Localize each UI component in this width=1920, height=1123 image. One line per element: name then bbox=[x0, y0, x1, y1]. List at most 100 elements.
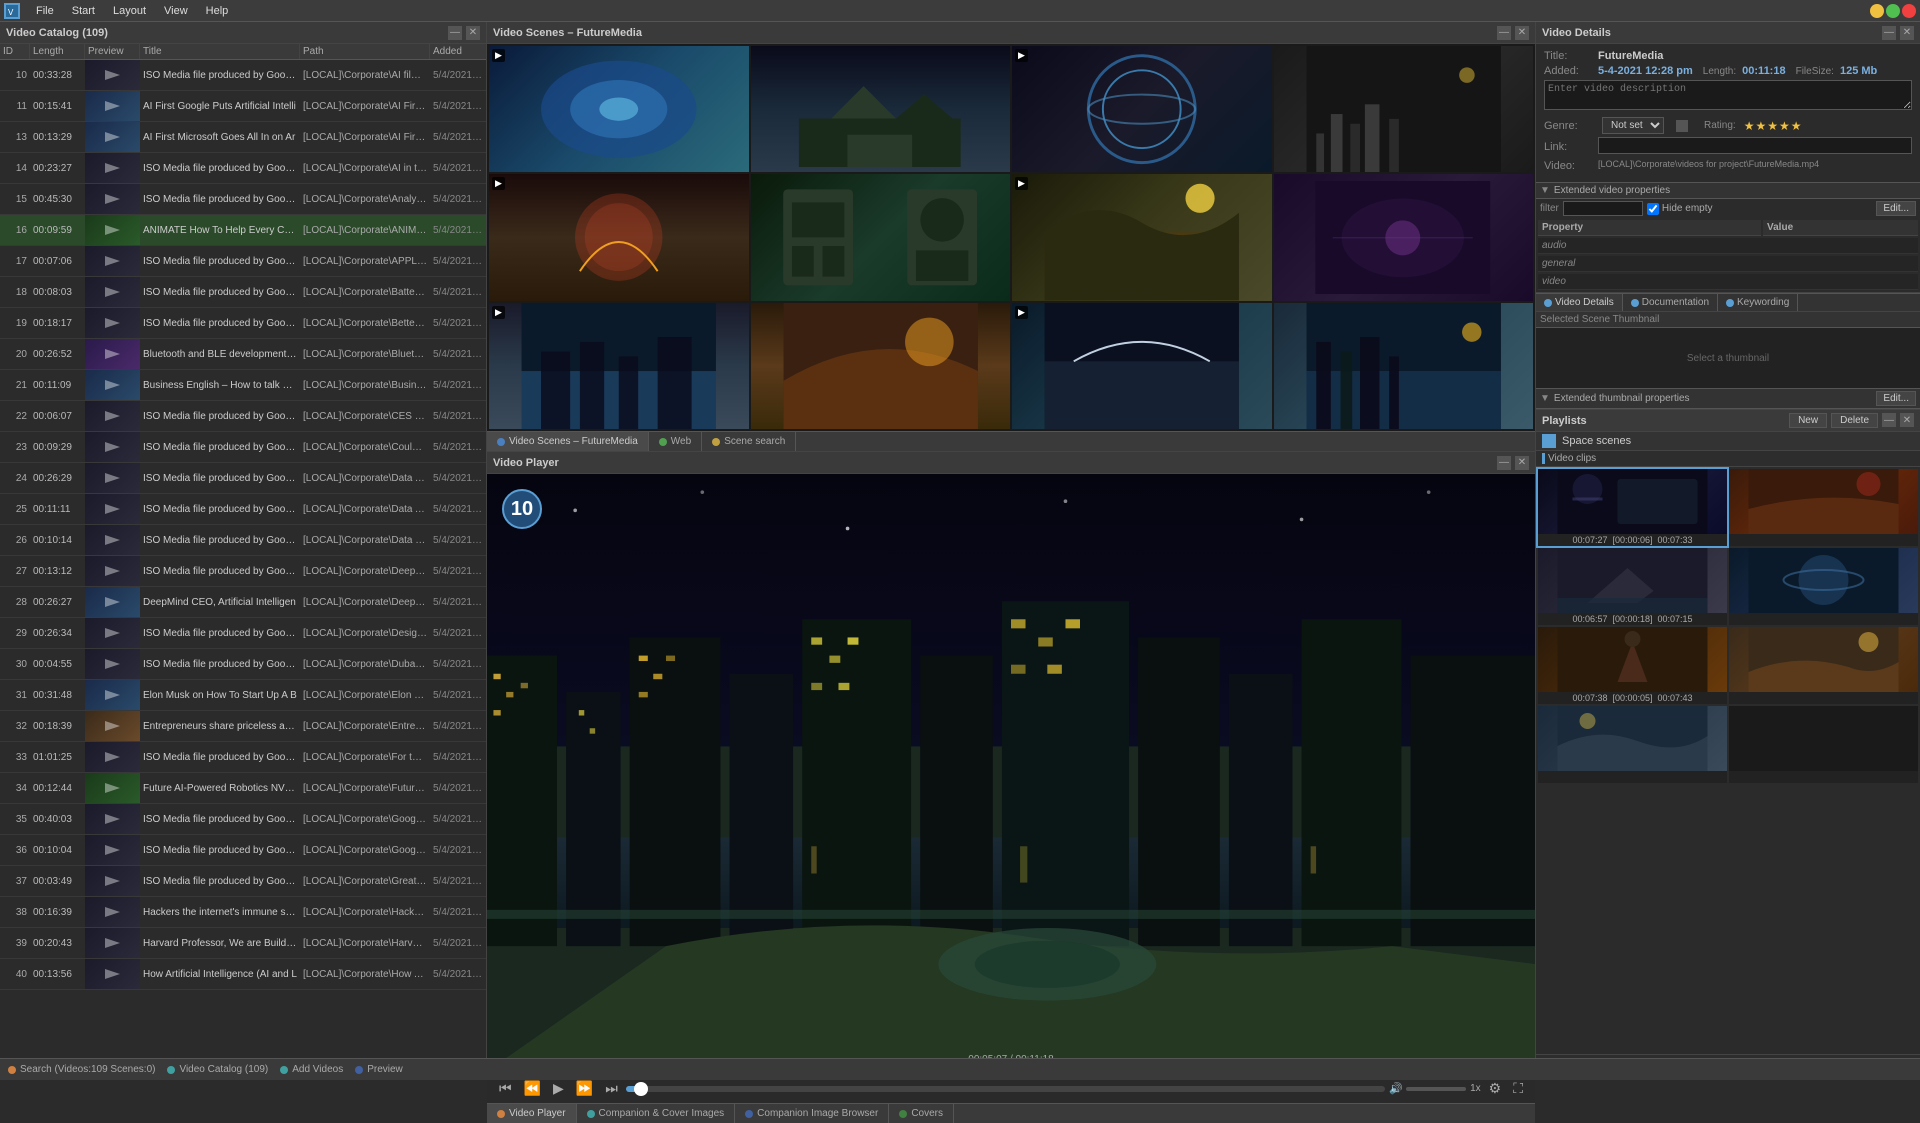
clip-item-7[interactable] bbox=[1538, 706, 1727, 783]
minimize-button[interactable] bbox=[1870, 4, 1884, 18]
player-forward-button[interactable]: ⏩ bbox=[572, 1078, 597, 1099]
catalog-row[interactable]: 22 00:06:07 ISO Media file produced by G… bbox=[0, 401, 486, 432]
catalog-row[interactable]: 31 00:31:48 Elon Musk on How To Start Up… bbox=[0, 680, 486, 711]
clip-item-1[interactable]: 00:07:27 [00:00:06] 00:07:33 bbox=[1538, 469, 1727, 546]
catalog-row[interactable]: 18 00:08:03 ISO Media file produced by G… bbox=[0, 277, 486, 308]
scene-tab-scenes[interactable]: Video Scenes – FutureMedia bbox=[487, 432, 649, 451]
catalog-row[interactable]: 24 00:26:29 ISO Media file produced by G… bbox=[0, 463, 486, 494]
catalog-row[interactable]: 23 00:09:29 ISO Media file produced by G… bbox=[0, 432, 486, 463]
catalog-row[interactable]: 38 00:16:39 Hackers the internet's immun… bbox=[0, 897, 486, 928]
catalog-row[interactable]: 10 00:33:28 ISO Media file produced by G… bbox=[0, 60, 486, 91]
player-close-button[interactable]: ✕ bbox=[1515, 456, 1529, 470]
playlists-pin-button[interactable]: — bbox=[1882, 413, 1896, 427]
ext-edit-button[interactable]: Edit... bbox=[1876, 201, 1916, 216]
scene-thumb-3[interactable]: ▶ bbox=[1012, 46, 1272, 172]
catalog-row[interactable]: 26 00:10:14 ISO Media file produced by G… bbox=[0, 525, 486, 556]
catalog-row[interactable]: 32 00:18:39 Entrepreneurs share priceles… bbox=[0, 711, 486, 742]
player-tab-companion[interactable]: Companion & Cover Images bbox=[577, 1104, 736, 1123]
scene-thumb-7[interactable]: ▶ bbox=[1012, 174, 1272, 300]
menu-help[interactable]: Help bbox=[198, 3, 237, 19]
detail-tab-keywording[interactable]: Keywording bbox=[1718, 294, 1798, 311]
player-play-button[interactable]: ▶ bbox=[549, 1078, 568, 1099]
clip-item-3[interactable]: 00:06:57 [00:00:18] 00:07:15 bbox=[1538, 548, 1727, 625]
catalog-row[interactable]: 36 00:10:04 ISO Media file produced by G… bbox=[0, 835, 486, 866]
scene-thumb-5[interactable]: ▶ bbox=[489, 174, 749, 300]
details-pin-button[interactable]: — bbox=[1882, 26, 1896, 40]
scene-thumb-9[interactable]: ▶ bbox=[489, 303, 749, 429]
player-next-button[interactable]: ⏭ bbox=[601, 1078, 622, 1099]
scene-thumb-6[interactable] bbox=[751, 174, 1011, 300]
scenes-pin-button[interactable]: — bbox=[1497, 26, 1511, 40]
scene-thumb-1[interactable]: ▶ bbox=[489, 46, 749, 172]
catalog-row[interactable]: 39 00:20:43 Harvard Professor, We are Bu… bbox=[0, 928, 486, 959]
menu-layout[interactable]: Layout bbox=[105, 3, 154, 19]
catalog-row[interactable]: 20 00:26:52 Bluetooth and BLE developmen… bbox=[0, 339, 486, 370]
catalog-row[interactable]: 34 00:12:44 Future AI-Powered Robotics N… bbox=[0, 773, 486, 804]
scene-tab-web[interactable]: Web bbox=[649, 432, 702, 451]
details-close-button[interactable]: ✕ bbox=[1900, 26, 1914, 40]
thumb-select-area[interactable]: Select a thumbnail bbox=[1536, 328, 1920, 388]
status-catalog[interactable]: Video Catalog (109) bbox=[167, 1064, 268, 1075]
clip-item-4[interactable] bbox=[1729, 548, 1918, 625]
player-tab-player[interactable]: Video Player bbox=[487, 1104, 577, 1123]
status-search[interactable]: Search (Videos:109 Scenes:0) bbox=[8, 1064, 155, 1075]
clip-item-6[interactable] bbox=[1729, 627, 1918, 704]
catalog-row[interactable]: 11 00:15:41 AI First Google Puts Artific… bbox=[0, 91, 486, 122]
catalog-row[interactable]: 28 00:26:27 DeepMind CEO, Artificial Int… bbox=[0, 587, 486, 618]
player-tab-covers[interactable]: Covers bbox=[889, 1104, 954, 1123]
scene-thumb-11[interactable]: ▶ bbox=[1012, 303, 1272, 429]
scene-thumb-4[interactable] bbox=[1274, 46, 1534, 172]
catalog-row[interactable]: 30 00:04:55 ISO Media file produced by G… bbox=[0, 649, 486, 680]
player-pin-button[interactable]: — bbox=[1497, 456, 1511, 470]
catalog-row[interactable]: 15 00:45:30 ISO Media file produced by G… bbox=[0, 184, 486, 215]
ext-props-header[interactable]: ▼ Extended video properties bbox=[1536, 182, 1920, 199]
ext-filter-input[interactable] bbox=[1563, 201, 1643, 216]
clip-item-5[interactable]: 00:07:38 [00:00:05] 00:07:43 bbox=[1538, 627, 1727, 704]
catalog-row[interactable]: 37 00:03:49 ISO Media file produced by G… bbox=[0, 866, 486, 897]
hide-empty-checkbox[interactable] bbox=[1647, 203, 1659, 215]
status-add-videos[interactable]: Add Videos bbox=[280, 1064, 343, 1075]
catalog-row[interactable]: 21 00:11:09 Business English – How to ta… bbox=[0, 370, 486, 401]
scene-thumb-8[interactable] bbox=[1274, 174, 1534, 300]
catalog-row[interactable]: 13 00:13:29 AI First Microsoft Goes All … bbox=[0, 122, 486, 153]
detail-tab-documentation[interactable]: Documentation bbox=[1623, 294, 1718, 311]
thumb-section-header[interactable]: Selected Scene Thumbnail bbox=[1536, 312, 1920, 328]
playlist-delete-button[interactable]: Delete bbox=[1831, 413, 1878, 428]
volume-slider[interactable] bbox=[1406, 1087, 1466, 1091]
catalog-row[interactable]: 25 00:11:11 ISO Media file produced by G… bbox=[0, 494, 486, 525]
player-settings-button[interactable]: ⚙ bbox=[1485, 1078, 1506, 1099]
catalog-row[interactable]: 35 00:40:03 ISO Media file produced by G… bbox=[0, 804, 486, 835]
catalog-row[interactable]: 14 00:23:27 ISO Media file produced by G… bbox=[0, 153, 486, 184]
catalog-row[interactable]: 33 01:01:25 ISO Media file produced by G… bbox=[0, 742, 486, 773]
scene-thumb-2[interactable] bbox=[751, 46, 1011, 172]
link-input[interactable] bbox=[1598, 137, 1912, 154]
player-rewind-button[interactable]: ⏪ bbox=[520, 1078, 545, 1099]
player-progress-handle[interactable] bbox=[634, 1082, 648, 1096]
status-preview[interactable]: Preview bbox=[355, 1064, 403, 1075]
player-fullscreen-button[interactable]: ⛶ bbox=[1509, 1078, 1527, 1099]
catalog-row[interactable]: 27 00:13:12 ISO Media file produced by G… bbox=[0, 556, 486, 587]
catalog-pin-button[interactable]: — bbox=[448, 26, 462, 40]
ext-thumb-header[interactable]: ▼ Extended thumbnail properties Edit... bbox=[1536, 388, 1920, 409]
close-button[interactable] bbox=[1902, 4, 1916, 18]
scene-thumb-10[interactable] bbox=[751, 303, 1011, 429]
playlists-close-button[interactable]: ✕ bbox=[1900, 413, 1914, 427]
player-tab-image-browser[interactable]: Companion Image Browser bbox=[735, 1104, 889, 1123]
genre-select[interactable]: Not set bbox=[1602, 117, 1664, 134]
maximize-button[interactable] bbox=[1886, 4, 1900, 18]
scenes-close-button[interactable]: ✕ bbox=[1515, 26, 1529, 40]
menu-file[interactable]: File bbox=[28, 3, 62, 19]
scene-tab-search[interactable]: Scene search bbox=[702, 432, 796, 451]
catalog-table[interactable]: ID Length Preview Title Path Added 10 00… bbox=[0, 44, 486, 1080]
player-prev-button[interactable]: ⏮ bbox=[495, 1078, 516, 1099]
menu-view[interactable]: View bbox=[156, 3, 196, 19]
menu-start[interactable]: Start bbox=[64, 3, 103, 19]
volume-icon[interactable]: 🔊 bbox=[1389, 1082, 1403, 1095]
description-input[interactable] bbox=[1544, 80, 1912, 110]
scene-thumb-12[interactable] bbox=[1274, 303, 1534, 429]
catalog-row[interactable]: 17 00:07:06 ISO Media file produced by G… bbox=[0, 246, 486, 277]
clip-item-2[interactable] bbox=[1729, 469, 1918, 546]
rating-stars[interactable]: ★★★★★ bbox=[1744, 119, 1803, 133]
catalog-row[interactable]: 19 00:18:17 ISO Media file produced by G… bbox=[0, 308, 486, 339]
catalog-close-button[interactable]: ✕ bbox=[466, 26, 480, 40]
